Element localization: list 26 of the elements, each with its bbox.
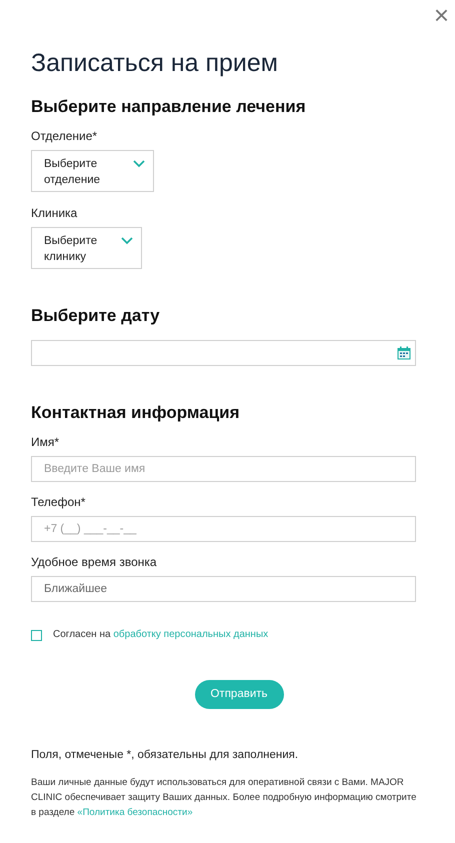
field-label: Клиника xyxy=(31,205,78,221)
chevron-down-icon xyxy=(133,160,145,168)
calendar-icon xyxy=(397,346,411,360)
select-field[interactable]: Выберите клинику xyxy=(31,227,142,269)
submit-button[interactable]: Отправить xyxy=(194,680,284,709)
field-label: Отделение* xyxy=(31,128,98,144)
text-field[interactable]: Введите Ваше имя xyxy=(31,456,416,482)
chevron-down-icon xyxy=(121,237,133,245)
section-heading: Выберите дату xyxy=(31,305,161,327)
section-heading: Контактная информация xyxy=(31,402,241,424)
section-heading: Выберите направление лечения xyxy=(31,96,307,118)
close-button[interactable]: × xyxy=(434,2,449,28)
form-title: Записаться на прием xyxy=(31,48,279,78)
privacy-text: Ваши личные данные будут использоваться для оперативной связи с Вами. MAJOR CLINIC обеспечивает защиту Ваших данных. Более подробную информацию смотрите в разделе «Политика безопасности» xyxy=(31,776,418,820)
consent-checkbox[interactable] xyxy=(31,630,42,640)
required-note: Поля, отмеченые *, обязательны для заполнения. xyxy=(31,748,300,763)
text-field[interactable]: +7 (__) ___-__-__ xyxy=(31,516,416,542)
consent-text: Согласен на обработку персональных данных xyxy=(53,628,268,642)
field-label: Телефон* xyxy=(31,494,86,510)
privacy-policy-link[interactable]: «Политика безопасности» xyxy=(77,807,193,818)
select-field[interactable]: Выберите отделение xyxy=(31,150,154,192)
date-field[interactable] xyxy=(31,340,416,366)
field-label: Удобное время звонка xyxy=(31,554,158,570)
text-field[interactable]: Ближайшее xyxy=(31,576,416,602)
field-label: Имя* xyxy=(31,434,60,450)
personal-data-link[interactable]: обработку персональных данных xyxy=(113,629,268,640)
